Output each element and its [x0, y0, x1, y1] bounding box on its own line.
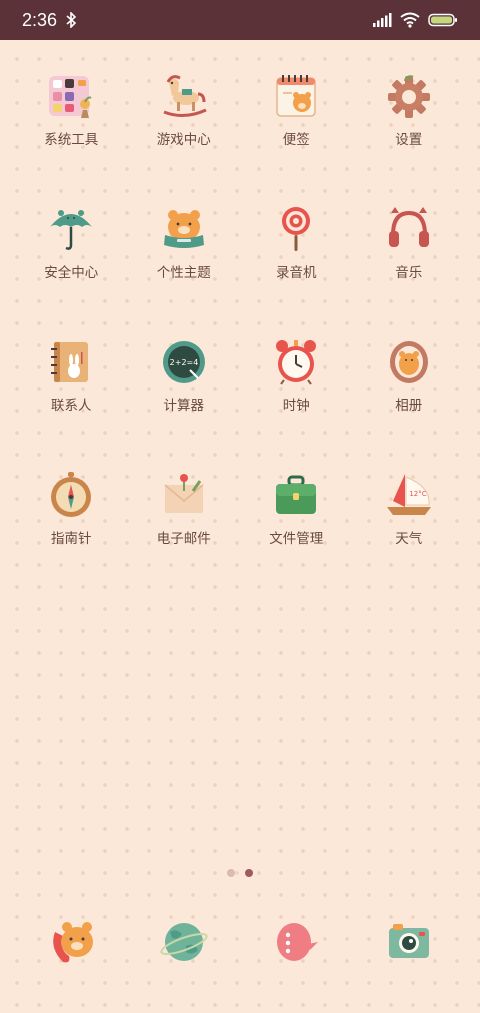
dock-phone[interactable] [15, 918, 128, 966]
status-time: 2:36 [22, 9, 58, 30]
notepad-icon [276, 75, 316, 117]
app-label: 指南针 [51, 531, 92, 547]
app-email[interactable]: 电子邮件 [128, 469, 241, 602]
dock-browser[interactable] [128, 918, 241, 966]
app-label: 联系人 [51, 398, 92, 414]
app-label: 音乐 [395, 265, 423, 281]
tools-folder-icon [49, 76, 92, 118]
app-music[interactable]: 音乐 [353, 203, 466, 336]
app-recorder[interactable]: 录音机 [240, 203, 353, 336]
app-label: 系统工具 [44, 132, 99, 148]
battery-icon [428, 13, 457, 27]
app-calculator[interactable]: 2+2=4 计算器 [128, 336, 241, 469]
app-label: 电子邮件 [156, 531, 211, 547]
app-label: 便签 [282, 132, 310, 148]
app-label: 个性主题 [156, 265, 211, 281]
chat-bubble-icon [277, 923, 319, 961]
app-system-tools[interactable]: 系统工具 [15, 70, 128, 203]
app-label: 安全中心 [44, 265, 99, 281]
weather-icon-text: 12°C [409, 490, 426, 498]
app-label: 计算器 [163, 398, 205, 414]
app-settings[interactable]: 设置 [353, 70, 466, 203]
app-contacts[interactable]: 联系人 [15, 336, 128, 469]
bear-theme-icon [163, 210, 204, 248]
briefcase-icon [276, 475, 317, 514]
app-grid: 系统工具 游戏中心 便签 设置 安全中心 个性主题 录音机 音乐 联系人 2+2… [15, 70, 465, 602]
alarm-clock-icon [276, 340, 317, 385]
bluetooth-icon [66, 12, 77, 28]
app-gallery[interactable]: 相册 [353, 336, 466, 469]
calculator-icon-text: 2+2=4 [169, 358, 198, 367]
app-compass[interactable]: 指南针 [15, 469, 128, 602]
app-clock[interactable]: 时钟 [240, 336, 353, 469]
app-file-manager[interactable]: 文件管理 [240, 469, 353, 602]
dock-camera[interactable] [353, 918, 466, 966]
app-label: 时钟 [282, 398, 310, 414]
app-label: 相册 [395, 398, 423, 414]
page-dot-1[interactable] [227, 869, 235, 877]
signal-icon [373, 13, 392, 27]
planet-browser-icon [160, 923, 208, 961]
dock-messages[interactable] [240, 918, 353, 966]
lollipop-mic-icon [282, 207, 311, 251]
sailboat-icon: 12°C [386, 474, 431, 515]
contacts-book-icon [51, 342, 89, 382]
app-label: 设置 [395, 132, 423, 148]
app-themes[interactable]: 个性主题 [128, 203, 241, 336]
envelope-icon [164, 474, 204, 513]
camera-icon [388, 924, 429, 958]
page-dot-2-active[interactable] [245, 869, 253, 877]
app-label: 游戏中心 [156, 132, 211, 148]
app-notes[interactable]: 便签 [240, 70, 353, 203]
app-label: 天气 [395, 531, 423, 547]
chalkboard-icon: 2+2=4 [162, 341, 205, 383]
page-indicator [0, 869, 480, 877]
status-bar: 2:36 [0, 0, 480, 40]
app-weather[interactable]: 12°C 天气 [353, 469, 466, 602]
headphones-icon [388, 207, 429, 247]
bear-phone-icon [53, 922, 94, 963]
dock [15, 918, 465, 966]
app-security-center[interactable]: 安全中心 [15, 203, 128, 336]
rocking-horse-icon [163, 75, 207, 117]
gear-icon [387, 75, 430, 118]
umbrella-icon [50, 210, 93, 250]
app-game-center[interactable]: 游戏中心 [128, 70, 241, 203]
photo-frame-icon [389, 341, 428, 383]
wifi-icon [400, 12, 420, 28]
compass-icon [51, 472, 92, 517]
app-label: 录音机 [276, 265, 317, 281]
app-label: 文件管理 [269, 531, 324, 547]
